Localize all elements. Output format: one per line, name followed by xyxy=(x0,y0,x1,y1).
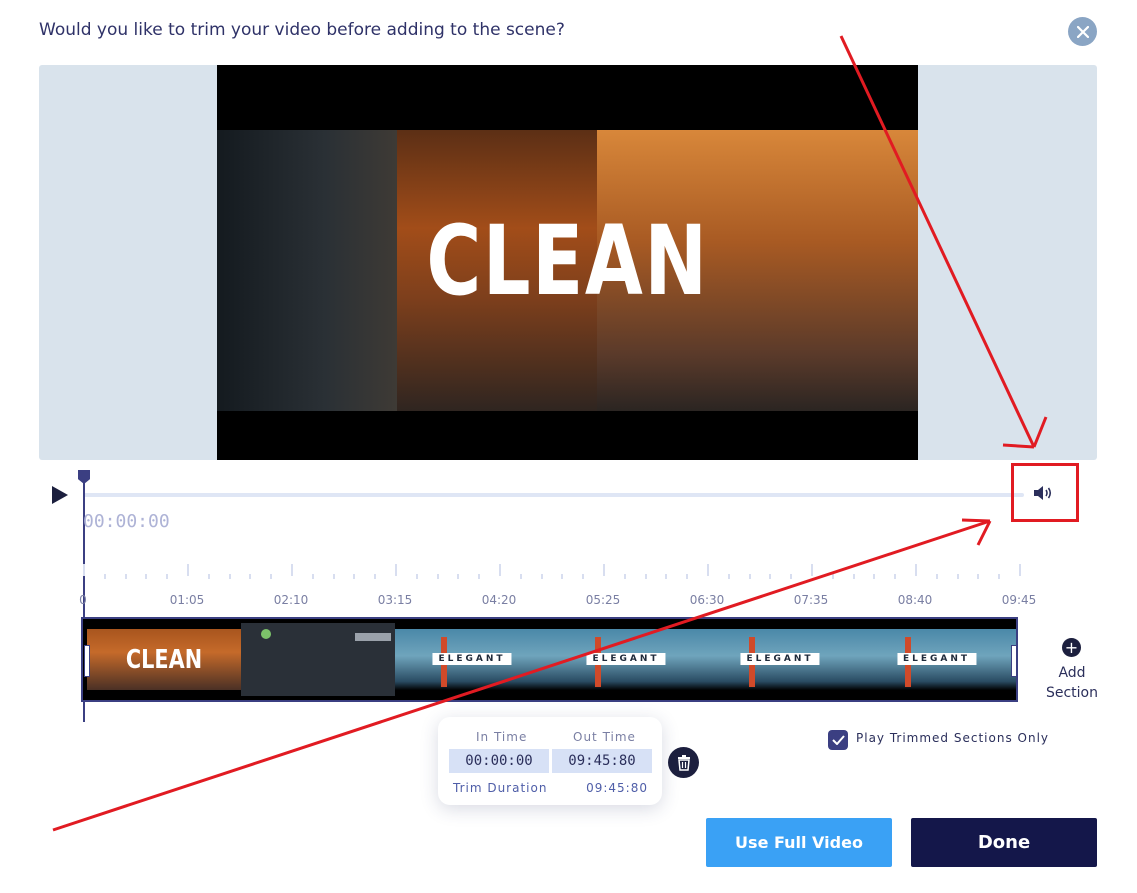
filmstrip-frame: ELEGANT xyxy=(395,623,549,696)
timeline-tick xyxy=(686,574,689,579)
filmstrip-frame xyxy=(241,623,395,696)
timeline-tick xyxy=(852,574,855,579)
filmstrip-frame-text: ELEGANT xyxy=(896,653,977,665)
timeline-tick xyxy=(582,574,585,579)
timeline-tick xyxy=(395,564,397,576)
timeline-tick xyxy=(311,574,314,579)
timeline-tick xyxy=(790,574,793,579)
filmstrip-frame: ELEGANT xyxy=(549,623,703,696)
timeline-tick xyxy=(831,574,834,579)
out-time-label: Out Time xyxy=(573,730,636,744)
timeline-tick-label: 05:25 xyxy=(585,593,621,607)
in-time-field[interactable]: 00:00:00 xyxy=(449,749,549,773)
current-time: 00:00:00 xyxy=(83,511,170,532)
video-player[interactable]: CLEAN xyxy=(217,65,918,460)
timeline-tick xyxy=(977,574,980,579)
play-button[interactable] xyxy=(52,486,68,504)
timeline-tick xyxy=(415,574,418,579)
trash-icon xyxy=(677,754,690,771)
timeline-tick xyxy=(811,564,813,576)
play-trimmed-checkbox[interactable] xyxy=(828,730,848,750)
timeline-tick xyxy=(83,564,85,576)
timeline-tick xyxy=(166,574,169,579)
playhead-handle[interactable] xyxy=(78,470,90,484)
timeline-tick xyxy=(145,574,148,579)
dialog-title: Would you like to trim your video before… xyxy=(39,20,565,40)
timeline-tick xyxy=(748,574,751,579)
timeline-tick xyxy=(873,574,876,579)
timeline-tick xyxy=(332,574,335,579)
add-section-label[interactable]: Add Section xyxy=(1040,663,1104,703)
filmstrip-frame-text: CLEAN xyxy=(125,645,203,675)
trim-end-handle[interactable] xyxy=(1011,645,1016,677)
timeline-tick xyxy=(1019,564,1021,576)
filmstrip-frame-text: ELEGANT xyxy=(432,653,512,665)
close-button[interactable] xyxy=(1068,17,1097,46)
timeline-tick xyxy=(457,574,460,579)
timeline-tick xyxy=(623,574,626,579)
timeline-tick xyxy=(707,564,709,576)
check-icon xyxy=(831,735,845,745)
timeline-tick xyxy=(998,574,1001,579)
timeline-tick-label: 04:20 xyxy=(481,593,517,607)
trim-filmstrip[interactable]: CLEAN ELEGANT ELEGANT ELEGANT ELEGANT xyxy=(81,617,1018,702)
timeline-tick xyxy=(915,564,917,576)
trim-duration-value: 09:45:80 xyxy=(586,781,648,795)
filmstrip-frame: ELEGANT xyxy=(857,623,1016,696)
filmstrip-frame: CLEAN xyxy=(87,623,241,696)
trim-start-handle[interactable] xyxy=(84,645,90,677)
timeline-tick xyxy=(353,574,356,579)
trim-duration-label: Trim Duration xyxy=(453,781,548,795)
timeline-tick-label: 03:15 xyxy=(377,593,413,607)
filmstrip-frame: ELEGANT xyxy=(703,623,857,696)
timeline-tick-label: 06:30 xyxy=(689,593,725,607)
timeline-tick xyxy=(644,574,647,579)
timeline-tick xyxy=(561,574,564,579)
timeline-ruler xyxy=(83,560,1023,580)
timeline-tick-label: 09:45 xyxy=(1001,593,1037,607)
trim-details-card: In Time Out Time 00:00:00 09:45:80 Trim … xyxy=(438,717,662,805)
done-button[interactable]: Done xyxy=(911,818,1097,867)
timeline-tick xyxy=(727,574,730,579)
timeline-tick-label: 07:35 xyxy=(793,593,829,607)
add-section-button[interactable]: + xyxy=(1062,638,1081,657)
timeline-tick xyxy=(478,574,481,579)
timeline-tick xyxy=(894,574,897,579)
timeline-tick xyxy=(519,574,522,579)
timeline-tick xyxy=(540,574,543,579)
timeline-tick xyxy=(499,564,501,576)
timeline-tick-label: 0 xyxy=(79,593,87,607)
timeline-tick xyxy=(665,574,668,579)
timeline-tick-label: 01:05 xyxy=(169,593,205,607)
out-time-field[interactable]: 09:45:80 xyxy=(552,749,652,773)
scrub-bar[interactable] xyxy=(84,493,1024,497)
timeline-tick xyxy=(270,574,273,579)
use-full-video-button[interactable]: Use Full Video xyxy=(706,818,892,867)
timeline-tick xyxy=(187,564,189,576)
filmstrip-frame-text: ELEGANT xyxy=(586,653,666,665)
timeline-tick-label: 08:40 xyxy=(897,593,933,607)
close-icon xyxy=(1076,25,1089,38)
timeline-tick xyxy=(124,574,127,579)
timeline-tick xyxy=(291,564,293,576)
timeline-tick xyxy=(228,574,231,579)
plus-icon: + xyxy=(1064,638,1079,657)
video-title-text: CLEAN xyxy=(426,205,709,317)
timeline-tick xyxy=(956,574,959,579)
timeline-tick xyxy=(603,564,605,576)
timeline-tick xyxy=(935,574,938,579)
delete-section-button[interactable] xyxy=(668,747,699,778)
timeline-tick xyxy=(249,574,252,579)
in-time-label: In Time xyxy=(476,730,528,744)
timeline-tick-label: 02:10 xyxy=(273,593,309,607)
volume-highlight-box xyxy=(1011,463,1079,522)
timeline-tick xyxy=(769,574,772,579)
filmstrip-frame-text: ELEGANT xyxy=(740,653,820,665)
timeline-tick xyxy=(207,574,210,579)
timeline-tick xyxy=(436,574,439,579)
timeline-tick xyxy=(374,574,377,579)
timeline-tick xyxy=(103,574,106,579)
play-trimmed-label[interactable]: Play Trimmed Sections Only xyxy=(856,731,1049,745)
